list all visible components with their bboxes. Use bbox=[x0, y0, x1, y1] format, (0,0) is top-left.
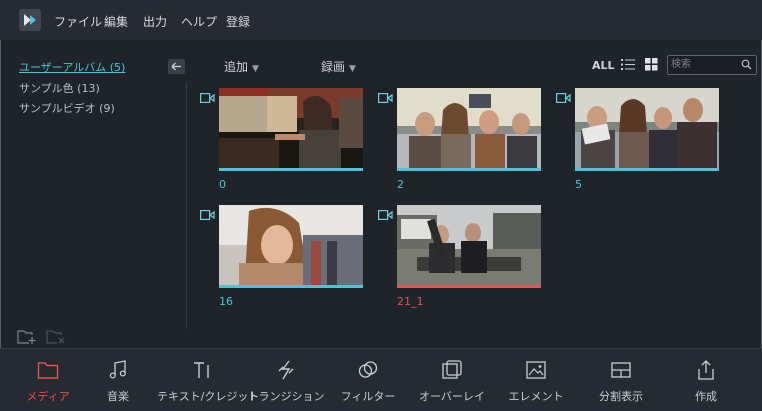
clip-status-bar bbox=[397, 285, 541, 288]
tab-music[interactable]: 音楽 bbox=[73, 349, 163, 411]
tab-split-screen[interactable]: 分割表示 bbox=[576, 349, 666, 411]
text-icon bbox=[194, 362, 209, 378]
menu-export[interactable]: 出力 bbox=[143, 13, 167, 30]
clip-thumbnail bbox=[219, 205, 363, 285]
tab-label: 分割表示 bbox=[599, 390, 643, 403]
overlay-icon bbox=[442, 360, 462, 379]
tab-export[interactable]: 作成 bbox=[661, 349, 751, 411]
app-logo-icon bbox=[19, 9, 41, 31]
video-clip-icon bbox=[196, 205, 219, 224]
add-label: 追加 bbox=[224, 60, 249, 74]
transition-icon bbox=[278, 360, 294, 380]
clip-name: 21_1 bbox=[397, 295, 424, 308]
clip-status-bar bbox=[397, 168, 541, 171]
clip-status-bar bbox=[219, 168, 363, 171]
menu-edit[interactable]: 編集 bbox=[104, 13, 128, 30]
add-dropdown[interactable]: 追加 ▼ bbox=[224, 58, 259, 75]
tab-label: 作成 bbox=[695, 390, 717, 403]
search-icon[interactable] bbox=[741, 59, 752, 70]
video-clip-icon bbox=[196, 88, 219, 107]
tab-elements[interactable]: エレメント bbox=[491, 349, 581, 411]
clip-status-bar bbox=[219, 285, 363, 288]
clip-thumbnail bbox=[397, 88, 541, 168]
tab-text-credits[interactable]: テキスト/クレジット bbox=[157, 349, 260, 411]
tab-overlay[interactable]: オーバーレイ bbox=[407, 349, 497, 411]
filter-icon bbox=[358, 361, 378, 378]
image-icon bbox=[526, 361, 546, 379]
collapse-panel-button[interactable] bbox=[168, 59, 185, 74]
bottom-tab-bar: メディア 音楽 テキスト/クレジット トランジション フィルター オーバーレイ … bbox=[0, 348, 762, 411]
video-clip-icon bbox=[552, 88, 575, 107]
clip-thumbnail bbox=[397, 205, 541, 285]
tab-label: エレメント bbox=[508, 390, 564, 403]
menu-file[interactable]: ファイル bbox=[54, 13, 102, 30]
video-clip-icon bbox=[374, 88, 397, 107]
clip-name: 2 bbox=[397, 178, 404, 191]
tab-transitions[interactable]: トランジション bbox=[241, 349, 331, 411]
record-dropdown[interactable]: 録画 ▼ bbox=[321, 58, 356, 75]
tab-label: フィルター bbox=[340, 390, 396, 403]
search-box bbox=[667, 55, 757, 75]
folder-icon bbox=[37, 362, 59, 379]
export-icon bbox=[698, 360, 714, 380]
album-sample-videos[interactable]: サンプルビデオ (9) bbox=[19, 100, 115, 116]
add-folder-icon[interactable] bbox=[17, 327, 37, 345]
clip-name: 0 bbox=[219, 178, 226, 191]
chevron-down-icon: ▼ bbox=[252, 64, 259, 74]
clip-thumbnail bbox=[219, 88, 363, 168]
delete-folder-icon[interactable] bbox=[46, 327, 66, 345]
tab-label: テキスト/クレジット bbox=[157, 390, 260, 403]
grid-view-icon[interactable] bbox=[645, 58, 658, 74]
arrow-left-icon bbox=[171, 62, 181, 71]
clip-status-bar bbox=[575, 168, 719, 171]
clip-name: 5 bbox=[575, 178, 582, 191]
music-note-icon bbox=[109, 360, 126, 379]
album-sample-colors[interactable]: サンプル色 (13) bbox=[19, 80, 100, 96]
search-input[interactable] bbox=[671, 57, 737, 72]
tab-label: トランジション bbox=[247, 390, 325, 403]
split-screen-icon bbox=[611, 362, 631, 378]
menu-bar: ファイル 編集 出力 ヘルプ 登録 bbox=[0, 0, 762, 40]
panel-divider bbox=[186, 82, 187, 329]
chevron-down-icon: ▼ bbox=[349, 64, 356, 74]
tab-label: オーバーレイ bbox=[419, 390, 485, 403]
clip-thumbnail bbox=[575, 88, 719, 168]
menu-register[interactable]: 登録 bbox=[226, 13, 250, 30]
menu-help[interactable]: ヘルプ bbox=[181, 13, 217, 30]
video-clip-icon bbox=[374, 205, 397, 224]
tab-label: 音楽 bbox=[107, 390, 129, 403]
album-user[interactable]: ユーザーアルバム (5) bbox=[19, 59, 125, 75]
filter-all-button[interactable]: ALL bbox=[592, 59, 615, 72]
list-view-icon[interactable] bbox=[621, 58, 636, 74]
clip-name: 16 bbox=[219, 295, 233, 308]
tab-filters[interactable]: フィルター bbox=[323, 349, 413, 411]
record-label: 録画 bbox=[321, 60, 346, 74]
